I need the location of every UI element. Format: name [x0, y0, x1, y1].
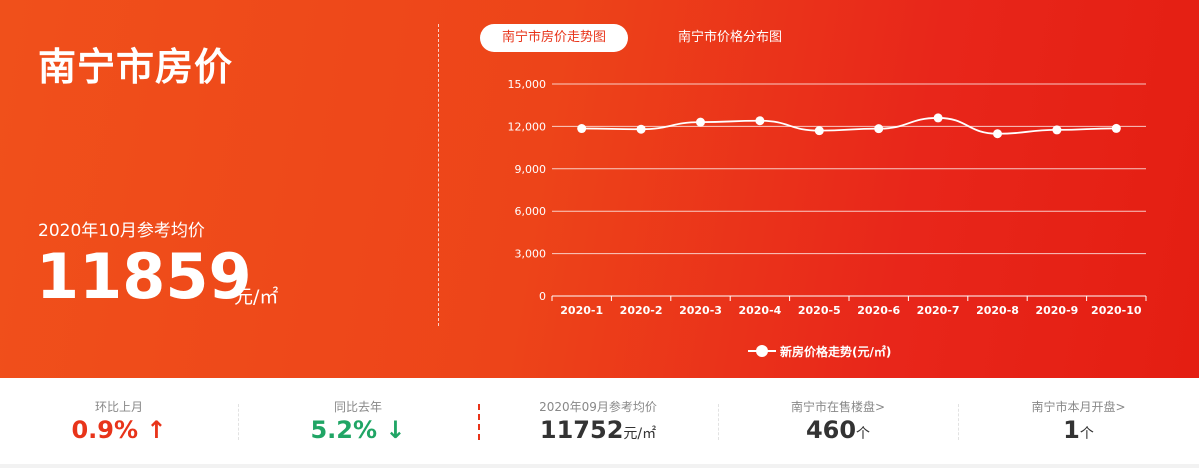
stat-yoy: 同比去年 5.2% ↓ [238, 378, 478, 464]
chart-legend[interactable]: 新房价格走势(元/㎡) [748, 341, 891, 361]
y-tick-label: 15,000 [508, 78, 547, 91]
y-tick-label: 12,000 [508, 120, 547, 133]
y-tick-label: 9,000 [515, 163, 547, 176]
x-tick-label: 2020-9 [1035, 304, 1078, 317]
stats-bar: 环比上月 0.9% ↑ 同比去年 5.2% ↓ 2020年09月参考均价 117… [0, 378, 1199, 464]
stat-openings-link[interactable]: 南宁市本月开盘> [958, 398, 1199, 415]
y-tick-label: 0 [539, 290, 546, 303]
stat-yoy-number: 5.2% [310, 416, 378, 444]
data-point [1111, 123, 1121, 133]
reference-price-unit: 元/㎡ [234, 286, 279, 308]
stat-on-sale-link[interactable]: 南宁市在售楼盘> [718, 398, 958, 415]
stat-yoy-label: 同比去年 [333, 400, 382, 414]
arrow-down-icon: ↓ [385, 416, 406, 444]
hero-divider [438, 24, 439, 326]
x-tick-label: 2020-6 [857, 304, 900, 317]
data-point [874, 124, 884, 134]
y-tick-label: 3,000 [515, 248, 547, 261]
x-tick-label: 2020-10 [1091, 304, 1142, 317]
data-point [755, 116, 765, 126]
x-tick-label: 2020-2 [620, 304, 663, 317]
data-point [993, 129, 1002, 139]
arrow-up-icon: ↑ [146, 416, 167, 444]
x-tick-label: 2020-3 [679, 304, 722, 317]
stat-on-sale-value: 460个 [718, 416, 958, 444]
data-point [814, 126, 824, 136]
stat-last-month-value: 11752元/㎡ [478, 416, 718, 444]
stat-on-sale[interactable]: 南宁市在售楼盘> 460个 [718, 378, 958, 464]
x-tick-label: 2020-7 [917, 304, 960, 317]
series-line [581, 117, 1117, 135]
x-tick-label: 2020-4 [738, 304, 781, 317]
data-point [696, 117, 705, 127]
stat-openings-number: 1 [1063, 416, 1080, 444]
tab-price-trend[interactable]: 南宁市房价走势图 [480, 24, 628, 52]
stat-openings-value: 1个 [958, 416, 1199, 444]
x-tick-label: 2020-8 [976, 304, 1019, 317]
legend-label: 新房价格走势(元/㎡) [780, 344, 892, 359]
stat-openings-unit: 个 [1079, 426, 1094, 442]
stat-last-month-number: 11752 [539, 416, 624, 444]
stat-last-month-label: 2020年09月参考均价 [539, 400, 657, 414]
legend-marker-icon [748, 345, 776, 357]
price-trend-chart: 0 3,000 6,000 9,000 12,000 15,000 2020-1 2020-2… [508, 78, 1147, 317]
x-tick-label: 2020-5 [798, 304, 841, 317]
page-title: 南宁市房价 [38, 45, 234, 89]
x-tick-label: 2020-1 [560, 304, 603, 317]
tab-price-distribution[interactable]: 南宁市价格分布图 [660, 24, 800, 52]
price-hero-panel: 南宁市房价 2020年10月参考均价 11859 元/㎡ 南宁市房价走势图 南宁… [0, 0, 1199, 378]
y-tick-label: 6,000 [515, 205, 547, 218]
stat-on-sale-unit: 个 [856, 426, 871, 442]
stat-mom-label: 环比上月 [94, 400, 143, 414]
reference-price-value: 11859 [36, 240, 252, 313]
data-point [933, 113, 943, 123]
stat-last-month-unit: 元/㎡ [623, 426, 657, 442]
stat-yoy-value: 5.2% ↓ [238, 416, 478, 444]
data-point [1052, 125, 1062, 135]
stat-on-sale-number: 460 [805, 416, 857, 444]
data-point [636, 124, 646, 134]
stat-last-month-price: 2020年09月参考均价 11752元/㎡ [478, 378, 718, 464]
stat-mom-number: 0.9% [71, 416, 139, 444]
stat-mom: 环比上月 0.9% ↑ [0, 378, 238, 464]
stat-monthly-openings[interactable]: 南宁市本月开盘> 1个 [958, 378, 1199, 464]
data-point [577, 124, 587, 134]
stat-mom-value: 0.9% ↑ [0, 416, 238, 444]
